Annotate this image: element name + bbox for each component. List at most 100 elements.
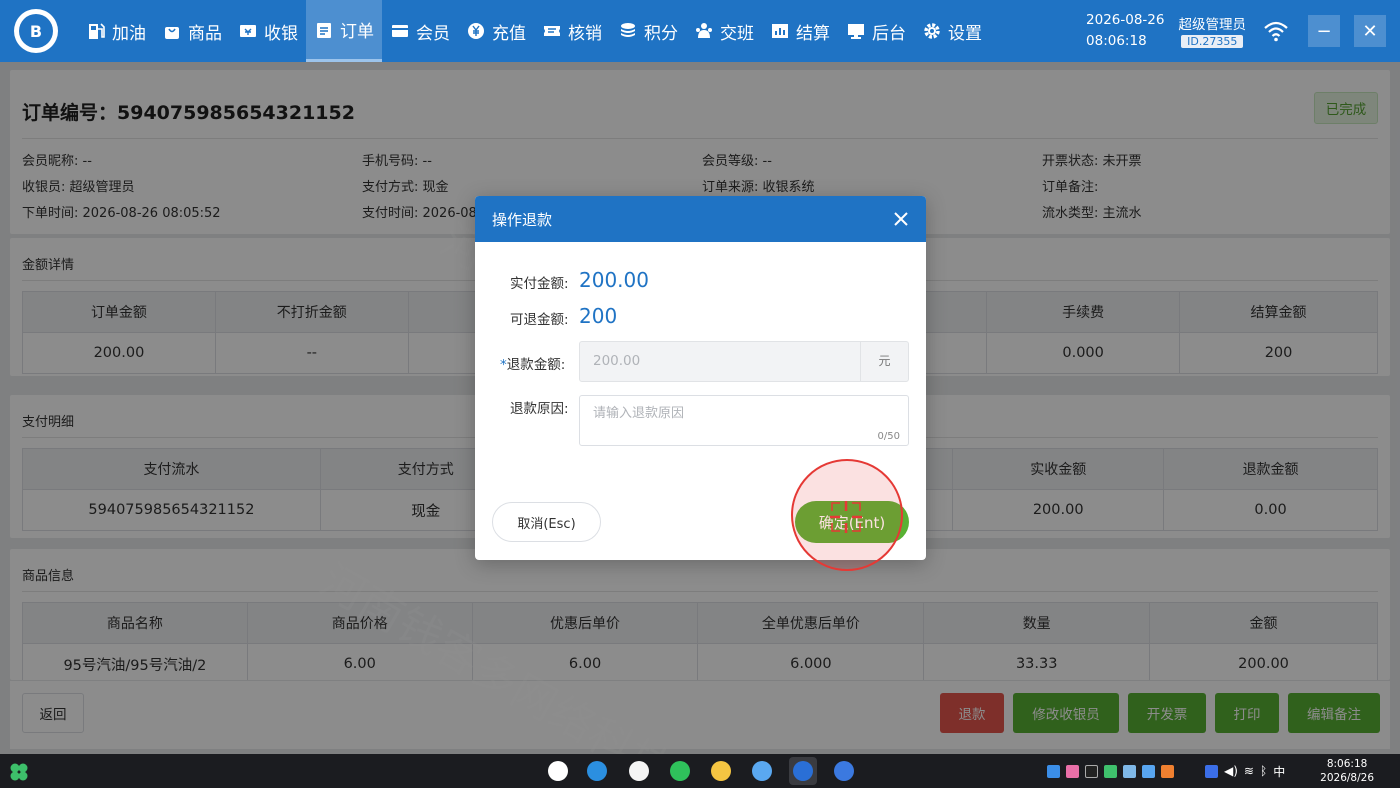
user-name: 超级管理员 (1178, 17, 1247, 33)
ime-indicator[interactable]: 中 (1273, 763, 1285, 780)
file-explorer-icon[interactable] (707, 757, 735, 785)
nav-item-label: 加油 (112, 23, 146, 44)
refund-amount-value: 200.00 (593, 353, 641, 369)
tray-app-icon[interactable] (1047, 764, 1060, 778)
speaker-icon[interactable]: ◀) (1224, 764, 1238, 778)
dialog-title: 操作退款 (492, 210, 553, 229)
network-icon[interactable]: ≋ (1244, 764, 1254, 778)
nav-item-label: 后台 (872, 23, 906, 44)
monitor-icon (846, 21, 866, 41)
reason-placeholder: 请输入退款原因 (593, 406, 685, 421)
refund-amount-label: *退款金额: (500, 353, 565, 373)
clock-time: 8:06:18 (1326, 758, 1368, 770)
refundable-amount-value: 200 (579, 304, 618, 328)
paid-amount-label: 实付金额: (510, 276, 569, 292)
chrome-icon[interactable] (625, 757, 653, 785)
nav-item-11[interactable]: 设置 (914, 0, 990, 62)
tray-right-icons: ◀) ≋ ᛒ 中 (1205, 762, 1285, 780)
close-window-button[interactable]: ✕ (1354, 15, 1386, 47)
refund-amount-label-text: 退款金额: (506, 357, 566, 373)
cash-register-icon (238, 21, 258, 41)
main-nav: 加油 商品 收银 订单 会员 充值 核销 积分 交班 结算 后台 设置 (78, 0, 990, 62)
wifi-icon (1264, 21, 1288, 42)
wechat-icon[interactable] (666, 757, 694, 785)
taskbar-clock[interactable]: 8:06:18 2026/8/26 (1320, 757, 1374, 785)
nav-item-5[interactable]: 充值 (458, 0, 534, 62)
tray-app-icon[interactable] (1205, 764, 1218, 778)
search-app-icon-glyph (752, 761, 772, 781)
nav-item-label: 积分 (644, 23, 678, 44)
wechat-icon-glyph (670, 761, 690, 781)
nav-item-7[interactable]: 积分 (610, 0, 686, 62)
bar-chart-icon (770, 21, 790, 41)
nav-item-label: 设置 (948, 23, 982, 44)
refund-reason-label: 退款原因: (510, 401, 569, 417)
confirm-button[interactable]: 确定(Ent) (795, 501, 909, 543)
top-nav-bar: B 加油 商品 收银 订单 会员 充值 核销 积分 交班 结算 后台 设置 2026-08-26 08… (0, 0, 1400, 62)
gear-icon (922, 21, 942, 41)
tray-app-icon[interactable] (1142, 764, 1155, 778)
nav-item-10[interactable]: 后台 (838, 0, 914, 62)
order-clipboard-icon (314, 20, 334, 40)
search-app-icon[interactable] (748, 757, 776, 785)
currency-unit: 元 (860, 342, 908, 381)
member-card-icon (390, 21, 410, 41)
fuel-pump-icon (86, 21, 106, 41)
magnifier-app-icon[interactable] (830, 757, 858, 785)
clock-date: 2026/8/26 (1320, 772, 1374, 784)
cancel-button[interactable]: 取消(Esc) (492, 502, 601, 542)
clover-start-icon[interactable] (9, 762, 29, 782)
close-icon[interactable] (890, 208, 912, 230)
user-info[interactable]: 超级管理员 ID.27355 (1178, 13, 1247, 49)
yen-coin-icon (466, 21, 486, 41)
tray-app-icon[interactable] (1161, 764, 1174, 778)
nav-item-label: 结算 (796, 23, 830, 44)
nav-item-6[interactable]: 核销 (534, 0, 610, 62)
tray-app-icon[interactable] (1104, 764, 1117, 778)
nav-item-3[interactable]: 订单 (306, 0, 382, 62)
magnifier-app-icon-glyph (834, 761, 854, 781)
gmail-icon[interactable] (544, 757, 572, 785)
tray-app-icon[interactable] (1066, 764, 1079, 778)
nav-item-4[interactable]: 会员 (382, 0, 458, 62)
nav-item-label: 会员 (416, 23, 450, 44)
shopping-bag-icon (162, 21, 182, 41)
required-marker: * (500, 357, 507, 373)
tiktok-icon[interactable] (1085, 764, 1098, 778)
current-time: 08:06:18 (1086, 33, 1147, 49)
datetime: 2026-08-26 08:06:18 (1086, 10, 1164, 52)
logo-mark: B (19, 14, 53, 48)
coin-stack-icon (618, 21, 638, 41)
ticket-icon (542, 21, 562, 41)
dialog-header: 操作退款 (475, 196, 926, 242)
nav-item-label: 交班 (720, 23, 754, 44)
nav-item-label: 核销 (568, 23, 602, 44)
reason-char-count: 0/50 (877, 431, 900, 442)
tray-app-icon[interactable] (1123, 764, 1136, 778)
user-id-badge: ID.27355 (1181, 35, 1244, 48)
paid-amount-value: 200.00 (579, 268, 649, 292)
nav-item-9[interactable]: 结算 (762, 0, 838, 62)
pos-app-icon-glyph (793, 761, 813, 781)
pos-app-icon[interactable] (789, 757, 817, 785)
current-date: 2026-08-26 (1086, 12, 1165, 28)
refund-dialog: 操作退款 实付金额: 200.00 可退金额: 200 *退款金额: 200.0… (475, 196, 926, 560)
refundable-amount-label: 可退金额: (510, 312, 569, 328)
nav-item-label: 收银 (264, 23, 298, 44)
handover-users-icon (694, 21, 714, 41)
nav-item-1[interactable]: 商品 (154, 0, 230, 62)
refund-amount-input[interactable]: 200.00 元 (579, 341, 909, 382)
nav-item-0[interactable]: 加油 (78, 0, 154, 62)
nav-item-label: 订单 (340, 22, 374, 42)
tray-left-icons (1047, 762, 1174, 780)
edge-browser-icon[interactable] (583, 757, 611, 785)
top-right-area: 2026-08-26 08:06:18 超级管理员 ID.27355 − ✕ (1086, 0, 1400, 62)
app-logo: B (14, 9, 58, 53)
chrome-icon-glyph (629, 761, 649, 781)
bluetooth-icon[interactable]: ᛒ (1260, 764, 1267, 778)
minimize-button[interactable]: − (1308, 15, 1340, 47)
edge-browser-icon-glyph (587, 761, 607, 781)
nav-item-8[interactable]: 交班 (686, 0, 762, 62)
nav-item-2[interactable]: 收银 (230, 0, 306, 62)
refund-reason-textarea[interactable]: 请输入退款原因 0/50 (579, 395, 909, 446)
